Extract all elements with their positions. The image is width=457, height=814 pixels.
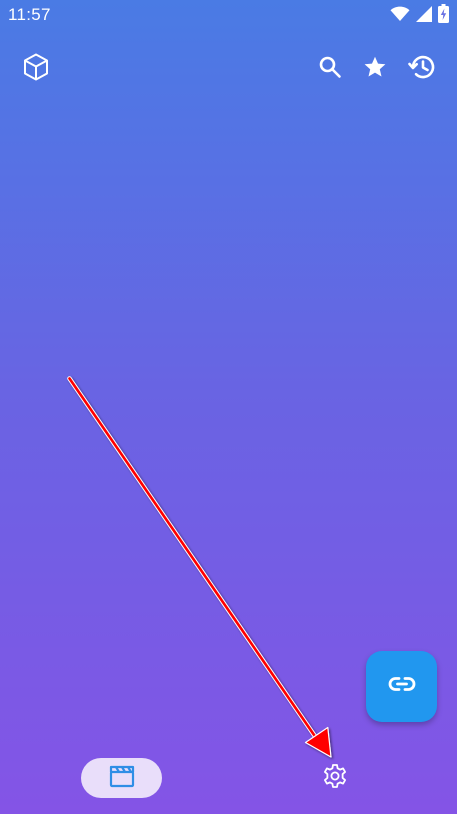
status-time: 11:57 xyxy=(8,5,51,24)
nav-item-movies[interactable] xyxy=(81,758,162,798)
favorites-button[interactable] xyxy=(353,45,397,89)
search-button[interactable] xyxy=(308,45,352,89)
bottom-navigation xyxy=(0,746,457,814)
cube-button[interactable] xyxy=(14,45,58,89)
top-app-bar xyxy=(0,42,457,92)
star-icon xyxy=(363,55,387,79)
history-icon xyxy=(408,54,436,80)
nav-item-settings[interactable] xyxy=(314,758,356,798)
gear-icon xyxy=(322,763,348,794)
signal-icon xyxy=(416,5,432,27)
open-link-fab[interactable] xyxy=(366,651,437,722)
history-button[interactable] xyxy=(400,45,444,89)
battery-charging-icon xyxy=(438,4,449,28)
wifi-icon xyxy=(390,6,410,27)
status-icons xyxy=(390,4,449,28)
search-icon xyxy=(318,55,342,79)
cube-icon xyxy=(21,52,51,82)
status-bar: 11:57 xyxy=(0,0,457,32)
movie-clapper-icon xyxy=(109,764,135,793)
link-icon xyxy=(388,676,416,697)
